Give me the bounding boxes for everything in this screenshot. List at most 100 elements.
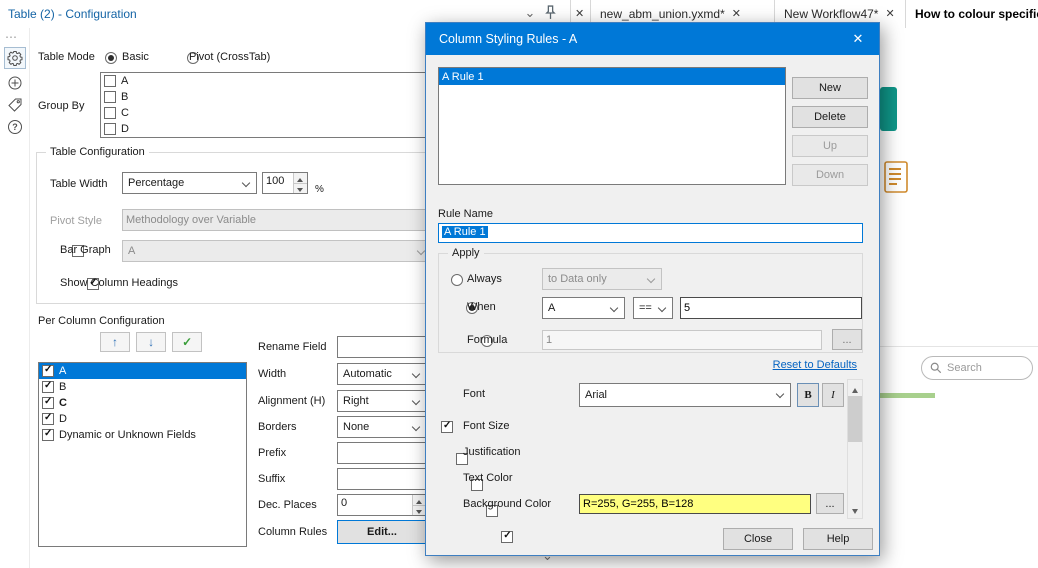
group-by-item-label: D — [121, 123, 129, 135]
close-icon[interactable] — [885, 8, 896, 21]
tool-icon-partial[interactable] — [880, 87, 897, 131]
italic-button[interactable]: I — [822, 383, 844, 407]
column-item-d[interactable]: D — [39, 411, 246, 427]
width-combo[interactable]: Automatic — [337, 363, 427, 385]
help-tab[interactable] — [4, 116, 26, 138]
dec-places-label: Dec. Places — [258, 499, 317, 511]
configuration-tab-gear[interactable] — [4, 47, 26, 69]
dec-places-spinner[interactable]: 0 — [337, 494, 427, 516]
when-field-value: A — [548, 302, 556, 314]
background-color-input[interactable] — [579, 494, 811, 514]
alignment-value: Right — [343, 395, 369, 407]
navigation-tab[interactable] — [4, 72, 26, 94]
checkbox[interactable] — [104, 75, 116, 87]
always-radio[interactable] — [451, 274, 463, 286]
font-checkbox[interactable] — [441, 420, 453, 433]
per-column-configuration-label: Per Column Configuration — [38, 315, 165, 327]
when-operator-combo[interactable]: == — [633, 297, 673, 319]
table-mode-basic-radio[interactable] — [105, 52, 117, 64]
checkbox[interactable] — [104, 107, 116, 119]
table-configuration-groupbox-title: Table Configuration — [46, 146, 149, 158]
styles-scrollbar[interactable] — [847, 379, 863, 519]
close-icon[interactable] — [850, 31, 866, 47]
suffix-label: Suffix — [258, 473, 286, 485]
alignment-label: Alignment (H) — [258, 395, 326, 407]
checkbox[interactable] — [42, 428, 54, 441]
rule-name-input[interactable]: A Rule 1 — [438, 223, 863, 243]
close-button[interactable]: Close — [723, 528, 793, 550]
column-rules-edit-button[interactable]: Edit... — [337, 520, 427, 544]
help-button[interactable]: Help — [803, 528, 873, 550]
dialog-titlebar[interactable]: Column Styling Rules - A — [426, 23, 879, 55]
background-color-checkbox[interactable] — [501, 530, 514, 543]
font-value: Arial — [585, 389, 608, 401]
borders-combo[interactable]: None — [337, 416, 427, 438]
checkbox[interactable] — [42, 396, 54, 409]
new-rule-button[interactable]: New — [792, 77, 868, 99]
when-value-input[interactable] — [680, 297, 862, 319]
borders-label: Borders — [258, 421, 297, 433]
alignment-combo[interactable]: Right — [337, 390, 427, 412]
scrollbar-down-icon[interactable] — [848, 503, 862, 518]
per-column-toolbar — [100, 332, 205, 352]
spinner-arrows-icon[interactable] — [412, 495, 426, 515]
group-by-item-label: B — [121, 91, 129, 103]
when-operator-value: == — [639, 302, 652, 314]
checkbox[interactable] — [42, 412, 54, 425]
tab-label: new_abm_union.yxmd* — [600, 7, 725, 21]
config-sidebar — [0, 28, 30, 568]
document-tool-icon[interactable] — [884, 160, 910, 196]
annotation-tab[interactable] — [4, 94, 26, 116]
rename-field-input[interactable] — [337, 336, 427, 358]
table-width-combo[interactable]: Percentage — [122, 172, 257, 194]
down-rule-button[interactable]: Down — [792, 164, 868, 186]
font-size-label: Font Size — [463, 420, 510, 432]
select-all-button[interactable] — [172, 332, 203, 352]
tab-how-to-colour-specific[interactable]: How to colour specific — [906, 0, 1038, 28]
search-input[interactable] — [947, 362, 1017, 374]
close-icon[interactable] — [575, 8, 586, 21]
column-item-c[interactable]: C — [39, 395, 246, 411]
reset-to-defaults-link[interactable]: Reset to Defaults — [773, 359, 857, 371]
prefix-input[interactable] — [337, 442, 427, 464]
close-icon[interactable] — [732, 8, 743, 21]
gear-icon — [7, 51, 23, 66]
search-icon — [930, 362, 942, 374]
delete-rule-button[interactable]: Delete — [792, 106, 868, 128]
when-field-combo[interactable]: A — [542, 297, 625, 319]
formula-browse-button[interactable]: ... — [832, 329, 862, 350]
results-search[interactable] — [921, 356, 1033, 380]
column-styling-rules-dialog: Column Styling Rules - A A Rule 1 New De… — [425, 22, 880, 556]
checkbox[interactable] — [104, 91, 116, 103]
checkbox[interactable] — [42, 364, 54, 377]
move-up-button[interactable] — [100, 332, 130, 352]
bar-graph-value: A — [128, 245, 136, 257]
move-down-button[interactable] — [136, 332, 167, 352]
table-width-spinner[interactable]: 100 — [262, 172, 308, 194]
font-combo[interactable]: Arial — [579, 383, 791, 407]
table-width-value: Percentage — [128, 177, 185, 189]
background-color-browse-button[interactable]: ... — [816, 493, 844, 514]
drag-grip-icon[interactable] — [5, 30, 18, 44]
bold-button[interactable]: B — [797, 383, 819, 407]
column-item-label: D — [59, 413, 67, 425]
column-item-a[interactable]: A — [39, 363, 246, 379]
checkbox[interactable] — [104, 123, 116, 135]
rule-item[interactable]: A Rule 1 — [439, 68, 785, 85]
column-item-dynamic[interactable]: Dynamic or Unknown Fields — [39, 427, 246, 443]
formula-input[interactable] — [542, 330, 822, 350]
spinner-arrows-icon[interactable] — [293, 173, 307, 193]
checkbox[interactable] — [42, 380, 54, 393]
collapse-chevron-icon[interactable] — [522, 5, 538, 21]
pin-icon[interactable] — [544, 5, 557, 23]
bar-graph-label: Bar Graph — [60, 244, 111, 256]
font-label: Font — [463, 388, 486, 400]
up-rule-button[interactable]: Up — [792, 135, 868, 157]
width-value: Automatic — [343, 368, 392, 380]
scrollbar-up-icon[interactable] — [848, 380, 862, 395]
column-item-b[interactable]: B — [39, 379, 246, 395]
suffix-input[interactable] — [337, 468, 427, 490]
scrollbar-thumb[interactable] — [848, 396, 862, 442]
group-by-item-label: C — [121, 107, 129, 119]
justification-label: Justification — [463, 446, 521, 458]
